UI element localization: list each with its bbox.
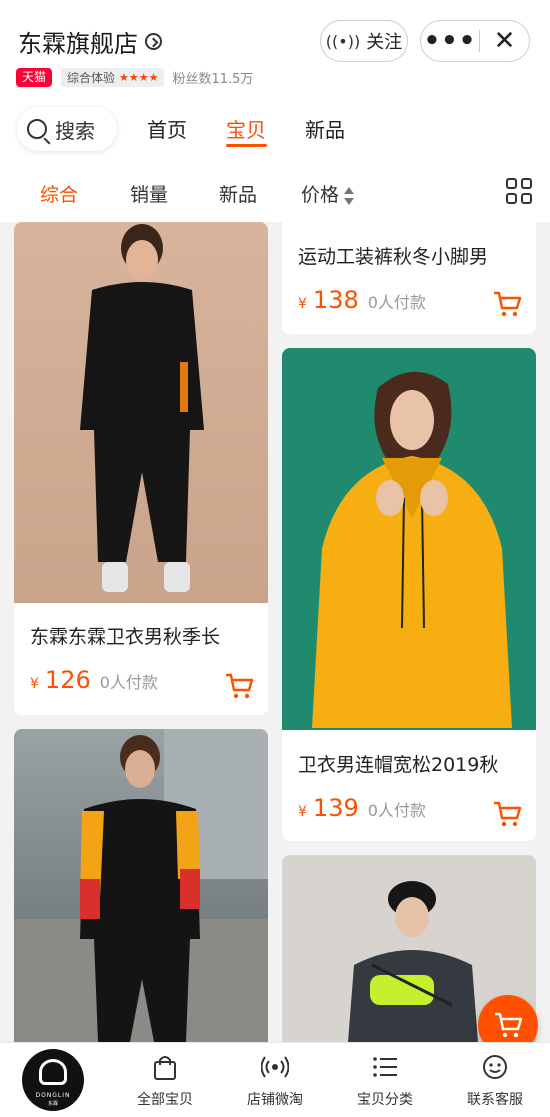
- price-value: 126: [44, 666, 91, 694]
- chevron-right-icon: [145, 33, 162, 50]
- bottom-nav-categories[interactable]: 宝贝分类: [340, 1043, 430, 1117]
- add-to-cart-icon[interactable]: [224, 672, 254, 700]
- currency-symbol: ¥: [30, 676, 39, 692]
- broadcast-icon: [261, 1056, 289, 1078]
- more-button[interactable]: •••: [421, 28, 479, 54]
- follow-button[interactable]: ((•)) 关注: [320, 20, 408, 62]
- rating-stars: ★★★★: [119, 70, 159, 84]
- currency-symbol: ¥: [298, 296, 307, 312]
- currency-symbol: ¥: [298, 804, 307, 820]
- shop-logo[interactable]: DONGLIN 东霖: [22, 1049, 84, 1111]
- tmall-badge: 天猫: [16, 67, 53, 87]
- product-card-1[interactable]: 东霖东霖卫衣男秋季长 ¥ 126 0人付款: [14, 222, 268, 715]
- price-value: 138: [312, 286, 359, 314]
- shop-meta: 天猫 综合体验 ★★★★ 粉丝数11.5万: [16, 66, 253, 88]
- add-to-cart-icon[interactable]: [492, 290, 522, 318]
- sort-price-label: 价格: [301, 184, 340, 206]
- follow-label: 关注: [366, 32, 403, 53]
- search-button[interactable]: 搜索: [17, 107, 117, 151]
- tab-new[interactable]: 新品: [305, 114, 345, 143]
- product-card-4[interactable]: [14, 729, 268, 1042]
- tab-active-indicator: [226, 144, 267, 147]
- product-image: [282, 348, 536, 730]
- product-price: ¥ 139 0人付款: [298, 794, 426, 822]
- sort-comprehensive[interactable]: 综合: [40, 180, 78, 207]
- sort-arrows-icon: [344, 186, 355, 205]
- bottom-nav-label: 联系客服: [467, 1092, 523, 1108]
- paid-count: 0人付款: [367, 293, 426, 312]
- tab-home[interactable]: 首页: [147, 114, 187, 143]
- sort-new[interactable]: 新品: [219, 180, 257, 207]
- bottom-nav-label: 店铺微淘: [247, 1092, 303, 1108]
- bottom-nav-customer-service[interactable]: 联系客服: [450, 1043, 540, 1117]
- product-image: [14, 222, 268, 603]
- mini-program-capsule: ••• ✕: [420, 20, 530, 62]
- shop-name-text: 东霖旗舰店: [18, 30, 138, 58]
- product-image: [14, 729, 268, 1042]
- product-card-3[interactable]: 卫衣男连帽宽松2019秋 ¥ 139 0人付款: [282, 348, 536, 841]
- list-icon: [373, 1057, 397, 1077]
- chat-bubble-icon: [483, 1055, 507, 1079]
- bottom-nav-weitao[interactable]: 店铺微淘: [230, 1043, 320, 1117]
- bottom-nav: DONGLIN 东霖 全部宝贝 店铺微淘 宝贝分类 联系客服: [0, 1042, 550, 1117]
- sort-price[interactable]: 价格: [301, 180, 355, 207]
- add-to-cart-icon[interactable]: [492, 800, 522, 828]
- rating-badge[interactable]: 综合体验 ★★★★: [61, 67, 165, 87]
- paid-count: 0人付款: [367, 801, 426, 820]
- sort-sales[interactable]: 销量: [130, 180, 168, 207]
- shopping-bag-icon: [154, 1056, 176, 1080]
- search-icon: [27, 119, 47, 139]
- product-card-2[interactable]: 运动工装裤秋冬小脚男 ¥ 138 0人付款: [282, 222, 536, 334]
- product-title: 东霖东霖卫衣男秋季长: [30, 626, 221, 648]
- product-price: ¥ 138 0人付款: [298, 286, 426, 314]
- brand-mark-icon: [39, 1059, 67, 1085]
- product-price: ¥ 126 0人付款: [30, 666, 158, 694]
- brand-name-cn: 东霖: [47, 1101, 58, 1107]
- broadcast-icon: ((•)): [325, 31, 361, 51]
- cart-icon: [495, 1012, 523, 1038]
- shop-name[interactable]: 东霖旗舰店: [18, 24, 162, 59]
- product-title: 卫衣男连帽宽松2019秋: [298, 754, 499, 776]
- rating-label: 综合体验: [67, 70, 116, 85]
- bottom-nav-label: 全部宝贝: [137, 1092, 193, 1108]
- fans-count: 粉丝数11.5万: [172, 71, 254, 87]
- product-title: 运动工装裤秋冬小脚男: [298, 246, 489, 268]
- close-button[interactable]: ✕: [480, 26, 529, 56]
- bottom-nav-label: 宝贝分类: [357, 1092, 413, 1108]
- tab-products[interactable]: 宝贝: [226, 114, 266, 143]
- grid-view-icon[interactable]: [506, 178, 532, 204]
- price-value: 139: [312, 794, 359, 822]
- paid-count: 0人付款: [99, 673, 158, 692]
- brand-name: DONGLIN: [35, 1092, 71, 1099]
- search-label: 搜索: [55, 118, 95, 143]
- bottom-nav-all-products[interactable]: 全部宝贝: [120, 1043, 210, 1117]
